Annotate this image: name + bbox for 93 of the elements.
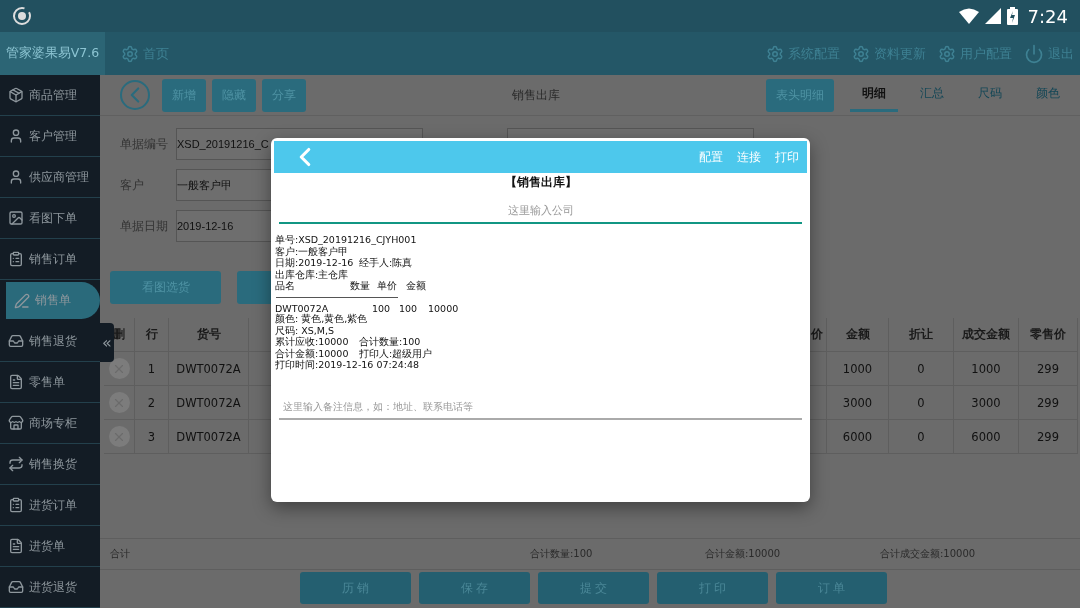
- table-cell: DWT0072A: [169, 420, 249, 453]
- totals-label: 合计: [110, 547, 131, 561]
- signal-icon: [984, 8, 1001, 24]
- sidebar-item[interactable]: 进货单: [0, 526, 100, 567]
- delete-icon[interactable]: [108, 358, 130, 379]
- person-icon: [8, 169, 24, 185]
- tray-icon: [8, 579, 24, 595]
- sidebar-item[interactable]: 销售订单: [0, 239, 100, 280]
- table-cell: 1: [135, 352, 169, 385]
- sidebar-item[interactable]: 销售换货: [0, 444, 100, 485]
- tab[interactable]: 明细: [850, 78, 898, 112]
- store-icon: [8, 415, 24, 431]
- column-header: 货号: [169, 318, 249, 351]
- sidebar-item[interactable]: 供应商管理: [0, 157, 100, 198]
- table-cell: 3000: [954, 386, 1019, 419]
- receipt-text: 10000: [428, 302, 459, 314]
- app-title: 管家婆果易V7.6: [0, 32, 105, 75]
- receipt-text: 经手人:陈真: [359, 257, 413, 271]
- box-icon: [8, 87, 24, 103]
- power-icon: [1024, 43, 1044, 64]
- settings-icon: [938, 44, 956, 63]
- tray-icon: [8, 333, 24, 349]
- table-cell: 6000: [827, 420, 889, 453]
- swap-icon: [8, 456, 24, 472]
- clock-time: 7:24: [1027, 5, 1068, 27]
- receipt-column-heading: 品名: [275, 280, 296, 294]
- receipt-text: 颜色: 黄色,黄色,紫色: [275, 313, 368, 326]
- document-icon: [8, 374, 24, 390]
- table-cell: 299: [1019, 420, 1078, 453]
- receipt-text: 合计金额:10000: [275, 347, 350, 360]
- column-header: 折让: [889, 318, 954, 351]
- settings-icon: [852, 44, 870, 63]
- tab[interactable]: 汇总: [908, 78, 956, 112]
- column-header: 行: [135, 318, 169, 351]
- receipt-text: 客户:一般客户甲: [275, 245, 349, 257]
- battery-icon: [1006, 7, 1018, 25]
- receipt-text: 日期:2019-12-16: [275, 257, 355, 269]
- dialog-title: 【销售出库】: [503, 175, 578, 190]
- page-title: 销售出库: [511, 86, 561, 104]
- receipt-text: 100: [399, 302, 419, 314]
- table-cell: 1000: [827, 352, 889, 385]
- sidebar-item[interactable]: 零售单: [0, 362, 100, 403]
- table-cell: 6000: [954, 420, 1019, 453]
- column-header: 成交金额: [954, 318, 1019, 351]
- document-icon: [8, 538, 24, 554]
- table-cell: 3000: [827, 386, 889, 419]
- sidebar-item[interactable]: 进货退货: [0, 567, 100, 608]
- app-logo-icon: [12, 6, 32, 26]
- wifi-icon: [958, 8, 979, 24]
- receipt-column-heading: 单价: [377, 280, 398, 294]
- settings-icon: [121, 44, 139, 63]
- table-cell: 299: [1019, 352, 1078, 385]
- settings-icon: [766, 44, 784, 63]
- back-icon[interactable]: [120, 80, 150, 110]
- tab[interactable]: 颜色: [1024, 78, 1072, 112]
- receipt-text: 100: [372, 302, 392, 314]
- column-header: 金额: [827, 318, 889, 351]
- receipt-text: 合计数量:100: [359, 336, 421, 349]
- dialog-action-link[interactable]: 连接: [737, 148, 761, 166]
- collapse-tab[interactable]: «: [100, 323, 114, 362]
- pen-icon: [14, 292, 30, 309]
- column-header: 零售价: [1019, 318, 1078, 351]
- image-icon: [8, 210, 24, 226]
- sidebar-item[interactable]: 商品管理: [0, 75, 100, 116]
- receipt-text: 单号:XSD_20191216_CJYH001: [275, 234, 417, 247]
- receipt-text: DWT0072A: [275, 302, 329, 314]
- table-cell: 3: [135, 420, 169, 453]
- receipt-text: 出库仓库:主仓库: [275, 268, 349, 281]
- table-cell: 0: [889, 352, 954, 385]
- sidebar-item[interactable]: 看图下单: [0, 198, 100, 239]
- sidebar-item[interactable]: 进货订单: [0, 485, 100, 526]
- table-cell: 0: [889, 386, 954, 419]
- sidebar-item[interactable]: 客户管理: [0, 116, 100, 157]
- receipt-text: 尺码: XS,M,S: [275, 324, 335, 336]
- receipt-text: 打印人:超级用户: [359, 347, 433, 361]
- table-cell: DWT0072A: [169, 386, 249, 419]
- clipboard-icon: [8, 497, 24, 513]
- table-cell: 0: [889, 420, 954, 453]
- dialog-action-link[interactable]: 配置: [699, 148, 723, 166]
- receipt-text: 累计应收:10000: [275, 336, 350, 348]
- table-cell: 2: [135, 386, 169, 419]
- clipboard-icon: [8, 251, 24, 267]
- receipt-column-heading: 数量: [350, 280, 371, 294]
- table-cell: DWT0072A: [169, 352, 249, 385]
- sidebar-item[interactable]: 商场专柜: [0, 403, 100, 444]
- table-cell: 1000: [954, 352, 1019, 385]
- receipt-text: 打印时间:2019-12-16 07:24:48: [275, 359, 420, 373]
- dialog-action-link[interactable]: 打印: [775, 148, 799, 166]
- table-cell: 299: [1019, 386, 1078, 419]
- receipt-column-heading: 金额: [406, 280, 426, 294]
- person-icon: [8, 128, 24, 144]
- sidebar-item[interactable]: 销售单: [6, 282, 100, 319]
- tab[interactable]: 尺码: [966, 78, 1014, 112]
